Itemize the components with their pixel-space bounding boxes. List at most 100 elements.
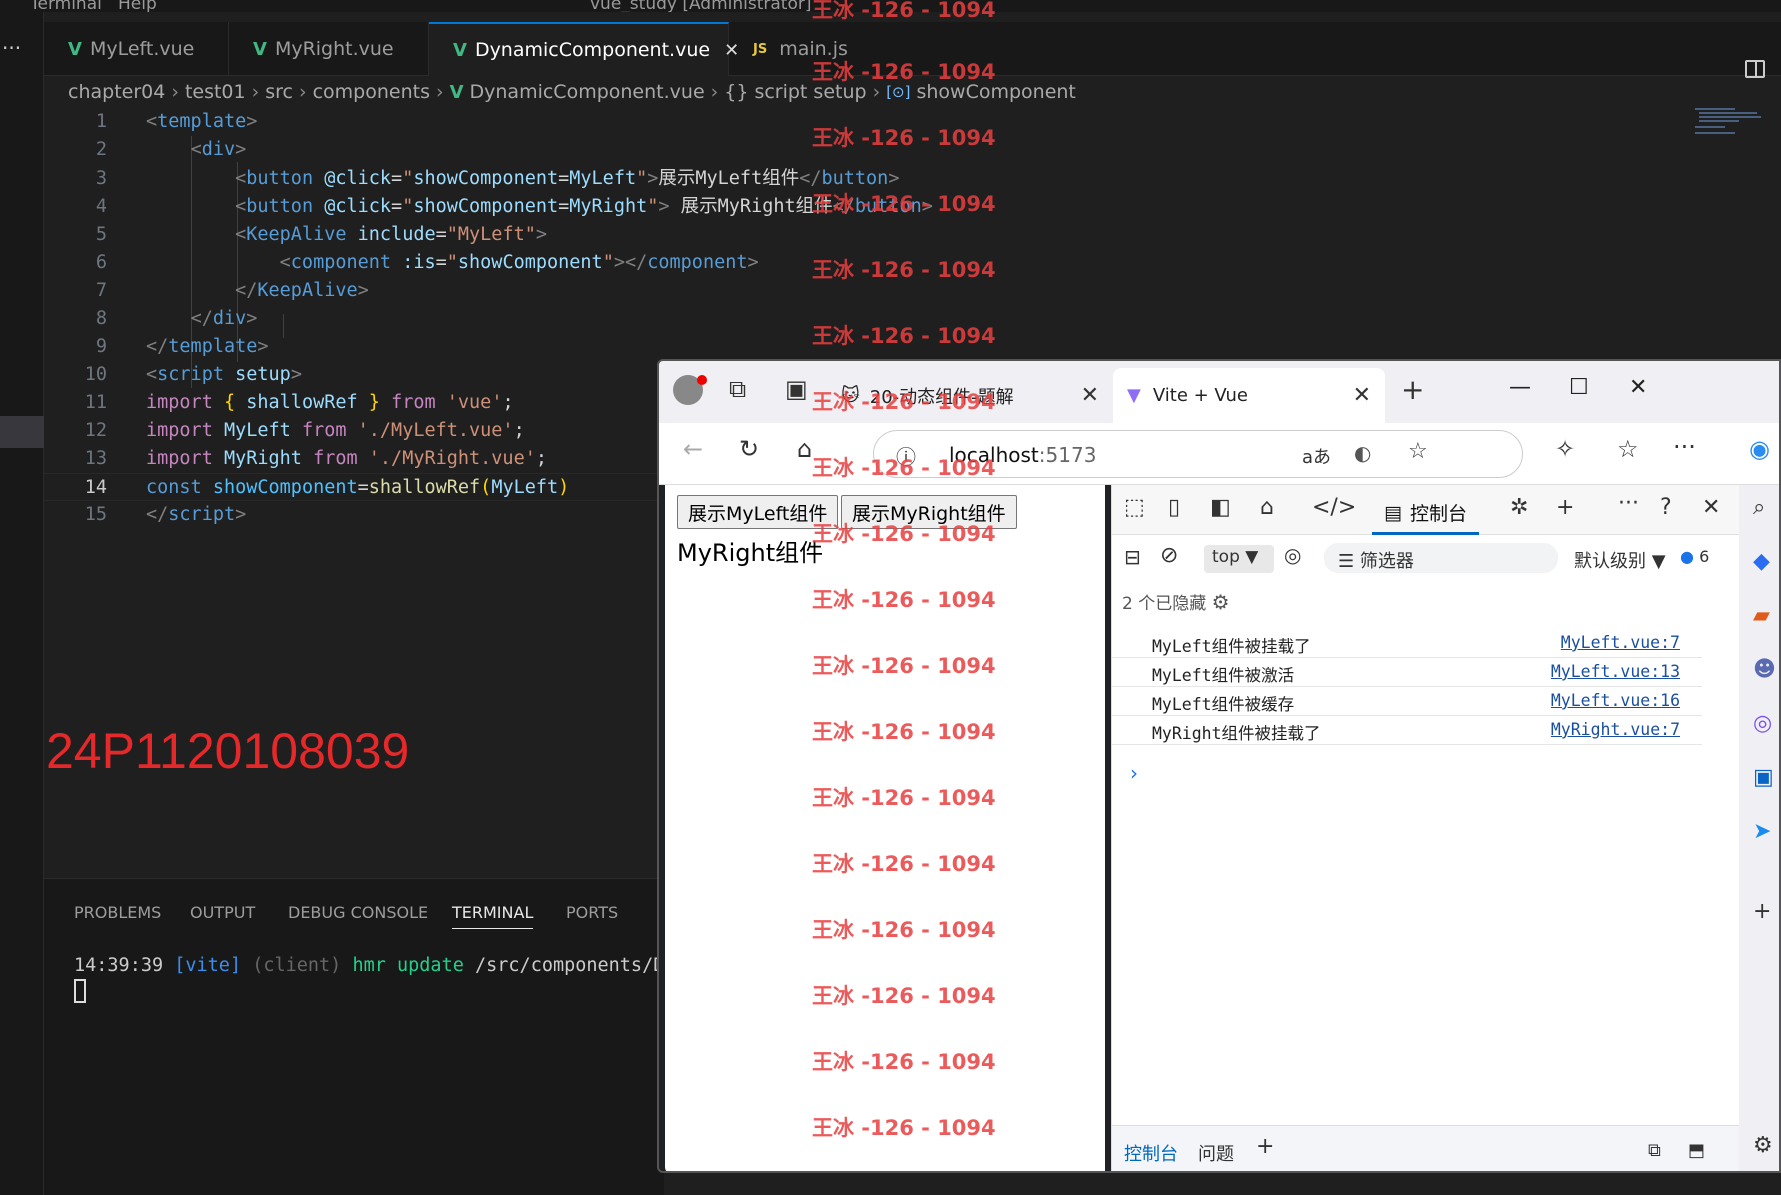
console-log-row: MyLeft组件被挂载了 MyLeft.vue:7 (1112, 629, 1702, 658)
tab-ports[interactable]: PORTS (566, 903, 618, 922)
tab-dynamiccomponent[interactable]: V DynamicComponent.vue ✕ (429, 22, 739, 76)
live-expression-icon[interactable]: ◎ (1284, 543, 1301, 567)
tab-myright[interactable]: V MyRight.vue (229, 22, 429, 76)
toolbox-icon[interactable]: ▰ (1753, 603, 1770, 628)
add-sidebar-icon[interactable]: + (1753, 899, 1771, 924)
search-icon[interactable]: ⌕ (1753, 495, 1765, 520)
console-filter-input[interactable]: ☰ 筛选器 (1324, 543, 1558, 573)
minimize-icon[interactable]: — (1509, 375, 1531, 400)
dock-icon[interactable]: ◧ (1210, 495, 1231, 520)
more-icon[interactable]: ··· (2, 36, 21, 60)
code-line: 12 import MyLeft from './MyLeft.vue'; (84, 420, 525, 441)
breadcrumb-item[interactable]: script setup (754, 81, 866, 103)
menu-terminal[interactable]: Terminal (30, 0, 102, 12)
console-prompt-chevron-icon[interactable]: › (1130, 761, 1138, 785)
debug-bug-icon[interactable]: ✲ (1510, 495, 1528, 520)
code-line: 4 <button @click="showComponent=MyRight"… (95, 196, 933, 217)
more-icon[interactable]: ··· (1618, 491, 1639, 516)
log-source-link[interactable]: MyLeft.vue:13 (1551, 662, 1680, 681)
tab-problems[interactable]: PROBLEMS (74, 903, 161, 922)
back-icon[interactable]: ← (683, 435, 703, 463)
tab-output[interactable]: OUTPUT (190, 903, 255, 922)
drawer-tab-console[interactable]: 控制台 (1124, 1140, 1178, 1171)
tab-myleft[interactable]: V MyLeft.vue (44, 22, 229, 76)
favorites-icon[interactable]: ☆ (1617, 435, 1639, 463)
people-icon[interactable]: ☻ (1753, 657, 1776, 682)
sidebar-toggle-icon[interactable]: ⊟ (1124, 545, 1141, 569)
browser-tab-active[interactable]: ▼ Vite + Vue ✕ (1113, 368, 1385, 423)
breadcrumb-item[interactable]: components (313, 81, 430, 103)
url-text[interactable]: localhost:5173 (949, 443, 1096, 467)
tab-console[interactable]: ▤ 控制台 (1372, 493, 1479, 535)
new-tab-icon[interactable]: + (1401, 373, 1424, 406)
tab-mainjs[interactable]: JS main.js (729, 22, 869, 76)
close-icon[interactable]: ✕ (1353, 383, 1371, 408)
edge-icon[interactable]: ◐ (1354, 441, 1371, 465)
console-log-row: MyLeft组件被激活 MyLeft.vue:13 (1112, 658, 1702, 687)
help-icon[interactable]: ? (1660, 495, 1672, 520)
close-window-icon[interactable]: ✕ (1629, 375, 1647, 400)
browser-window: ⧉ ▣ 🐱 20-动态组件-题解 ✕ ▼ Vite + Vue ✕ + — ☐ ✕ ← … (657, 359, 1781, 1173)
favicon-icon: 🐱 (841, 385, 860, 406)
extensions-icon[interactable]: ✧ (1555, 435, 1575, 463)
log-source-link[interactable]: MyRight.vue:7 (1551, 720, 1680, 739)
inspect-icon[interactable]: ⬚ (1124, 495, 1145, 520)
workspaces-icon[interactable]: ⧉ (729, 375, 746, 403)
url-bar[interactable]: ⓘ localhost:5173 aあ ◐ ☆ (873, 430, 1523, 478)
welcome-home-icon[interactable]: ⌂ (1260, 495, 1274, 520)
maximize-icon[interactable]: ☐ (1569, 375, 1589, 400)
js-icon: JS (753, 41, 768, 57)
m365-icon[interactable]: ◎ (1753, 711, 1772, 736)
show-myleft-button[interactable]: 展示MyLeft组件 (677, 495, 839, 529)
breadcrumb-item[interactable]: src (265, 81, 293, 103)
more-tools-icon[interactable]: + (1556, 495, 1574, 520)
refresh-icon[interactable]: ↻ (739, 435, 759, 463)
close-icon[interactable]: ✕ (1081, 383, 1099, 408)
outlook-icon[interactable]: ▣ (1753, 765, 1774, 790)
favorite-star-icon[interactable]: ☆ (1408, 439, 1428, 464)
elements-icon[interactable]: </> (1312, 495, 1356, 520)
message-count[interactable]: ● 6 (1680, 547, 1709, 566)
devtools-toolbar: ⬚ ▯ ◧ ⌂ </> ▤ 控制台 ✲ + ··· ? ✕ (1112, 485, 1740, 535)
tag-icon[interactable]: ◆ (1753, 549, 1770, 574)
tab-terminal[interactable]: TERMINAL (452, 903, 534, 929)
add-tool-icon[interactable]: + (1256, 1134, 1274, 1159)
device-icon[interactable]: ▯ (1168, 495, 1180, 520)
info-icon[interactable]: ⓘ (896, 441, 916, 470)
undock-icon[interactable]: ⧉ (1648, 1140, 1661, 1161)
message-icon: ● (1680, 547, 1694, 566)
split-editor-icon[interactable] (1745, 60, 1765, 78)
home-icon[interactable]: ⌂ (797, 435, 812, 463)
log-level-select[interactable]: 默认级别 ▼ (1574, 547, 1666, 573)
collapse-drawer-icon[interactable]: ⬒ (1688, 1140, 1705, 1161)
breadcrumb-item[interactable]: chapter04 (68, 81, 165, 103)
breadcrumb-item[interactable]: showComponent (916, 81, 1075, 103)
menu-help[interactable]: Help (118, 0, 157, 12)
browser-tab[interactable]: 🐱 20-动态组件-题解 ✕ (827, 368, 1113, 423)
read-aloud-icon[interactable]: aあ (1302, 443, 1331, 469)
breadcrumb-item[interactable]: test01 (185, 81, 246, 103)
send-icon[interactable]: ➤ (1753, 819, 1771, 844)
tab-actions-icon[interactable]: ▣ (785, 375, 808, 403)
copilot-icon[interactable]: ◉ (1749, 435, 1770, 463)
close-icon[interactable]: ✕ (1702, 495, 1720, 520)
code-line: 7 </KeepAlive> (95, 280, 369, 301)
breadcrumb-item[interactable]: DynamicComponent.vue (470, 81, 705, 103)
context-select[interactable]: top ▼ (1204, 545, 1274, 573)
log-source-link[interactable]: MyLeft.vue:16 (1551, 691, 1680, 710)
code-editor[interactable]: 1 <template> 2 <div> 3 <button @click="sh… (44, 108, 933, 528)
settings-gear-icon[interactable]: ⚙ (1753, 1133, 1773, 1158)
log-source-link[interactable]: MyLeft.vue:7 (1561, 633, 1680, 652)
terminal-output[interactable]: 14:39:39 [vite] (client) hmr update /src… (74, 955, 664, 976)
settings-gear-icon[interactable]: ⚙ (1212, 590, 1230, 614)
code-line: 15 </script> (84, 504, 247, 525)
clear-console-icon[interactable]: ⊘ (1160, 543, 1178, 568)
show-myright-button[interactable]: 展示MyRight组件 (841, 495, 1017, 529)
more-icon[interactable]: ··· (1673, 433, 1696, 461)
drawer-tab-issues[interactable]: 问题 (1198, 1140, 1234, 1166)
vue-icon: V (453, 39, 467, 61)
console-log-row: MyRight组件被挂载了 MyRight.vue:7 (1112, 716, 1702, 745)
tab-debug-console[interactable]: DEBUG CONSOLE (288, 903, 428, 922)
minimap[interactable] (1695, 108, 1765, 138)
activity-selected[interactable] (0, 416, 44, 448)
